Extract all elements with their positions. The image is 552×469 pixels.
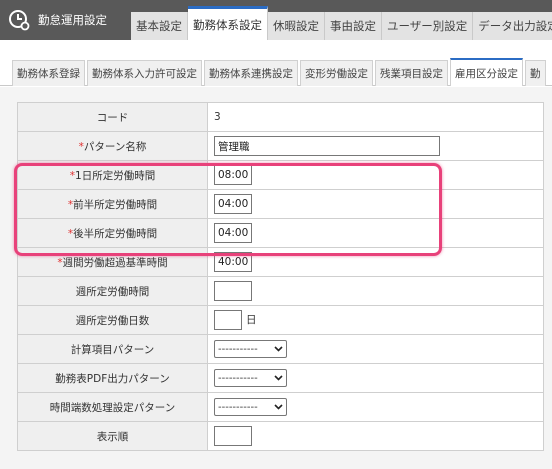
form-row-weekly-days: 週所定労働日数 日 (17, 305, 544, 335)
subtab-employment-category[interactable]: 雇用区分設定 (450, 58, 523, 86)
sub-tabs: 勤務体系登録 勤務体系入力許可設定 勤務体系連携設定 変形労働設定 残業項目設定… (12, 58, 548, 86)
content-area: コード 3 *パターン名称 *1日所定労働時間 *前半所定労働時間 *後半所定労… (0, 87, 552, 469)
subtab-overflow[interactable]: 勤 (525, 60, 546, 86)
form-row-weekly-overtime-threshold: *週間労働超過基準時間 (17, 247, 544, 277)
form-row-second-half-hours: *後半所定労働時間 (17, 218, 544, 248)
app-title: 勤怠運用設定 (0, 0, 134, 40)
weekly-overtime-threshold-label: *週間労働超過基準時間 (17, 247, 208, 277)
main-tabs: 基本設定 勤務体系設定 休暇設定 事由設定 ユーザー別設定 データ出力設定 (131, 6, 552, 40)
calc-pattern-label: 計算項目パターン (17, 334, 208, 364)
form-row-display-order: 表示順 (17, 421, 544, 451)
display-order-label: 表示順 (17, 421, 208, 451)
tab-reason-settings[interactable]: 事由設定 (325, 12, 382, 40)
tab-work-system-settings[interactable]: 勤務体系設定 (188, 6, 268, 40)
pattern-name-input[interactable] (214, 136, 440, 156)
daily-hours-label: *1日所定労働時間 (17, 160, 208, 190)
form-row-pdf-pattern: 勤務表PDF出力パターン ----------- (17, 363, 544, 393)
pdf-pattern-select[interactable]: ----------- (214, 369, 287, 387)
form-row-daily-hours: *1日所定労働時間 (17, 160, 544, 190)
chevron-down-icon (274, 404, 283, 410)
pattern-name-label: *パターン名称 (17, 131, 208, 161)
daily-hours-input[interactable] (214, 165, 252, 185)
subtab-flex-labor-settings[interactable]: 変形労働設定 (300, 60, 373, 86)
rounding-pattern-label: 時間端数処理設定パターン (17, 392, 208, 422)
first-half-hours-label: *前半所定労働時間 (17, 189, 208, 219)
second-half-hours-input[interactable] (214, 223, 252, 243)
subtab-linkage-settings[interactable]: 勤務体系連携設定 (204, 60, 298, 86)
subtab-overtime-items[interactable]: 残業項目設定 (375, 60, 448, 86)
second-half-hours-label: *後半所定労働時間 (17, 218, 208, 248)
rounding-pattern-select[interactable]: ----------- (214, 398, 287, 416)
code-label: コード (17, 102, 208, 132)
clock-gear-icon (4, 5, 34, 35)
sub-tab-bar: 勤務体系登録 勤務体系入力許可設定 勤務体系連携設定 変形労働設定 残業項目設定… (0, 40, 552, 86)
weekly-hours-input[interactable] (214, 281, 252, 301)
form-row-pattern-name: *パターン名称 (17, 131, 544, 161)
settings-form: コード 3 *パターン名称 *1日所定労働時間 *前半所定労働時間 *後半所定労… (17, 102, 544, 451)
top-bar: 勤怠運用設定 基本設定 勤務体系設定 休暇設定 事由設定 ユーザー別設定 データ… (0, 0, 552, 40)
subtab-work-system-registration[interactable]: 勤務体系登録 (12, 60, 85, 86)
display-order-input[interactable] (214, 426, 252, 446)
weekly-overtime-threshold-input[interactable] (214, 252, 252, 272)
days-unit: 日 (246, 314, 257, 326)
pdf-pattern-label: 勤務表PDF出力パターン (17, 363, 208, 393)
tab-user-settings[interactable]: ユーザー別設定 (382, 12, 474, 40)
chevron-down-icon (274, 375, 283, 381)
first-half-hours-input[interactable] (214, 194, 252, 214)
tab-data-output-settings[interactable]: データ出力設定 (473, 12, 552, 40)
tab-basic-settings[interactable]: 基本設定 (131, 12, 188, 40)
weekly-days-input[interactable] (214, 310, 242, 330)
form-row-weekly-hours: 週所定労働時間 (17, 276, 544, 306)
form-row-calc-pattern: 計算項目パターン ----------- (17, 334, 544, 364)
form-row-rounding-pattern: 時間端数処理設定パターン ----------- (17, 392, 544, 422)
app-title-label: 勤怠運用設定 (38, 13, 107, 27)
chevron-down-icon (274, 346, 283, 352)
weekly-days-label: 週所定労働日数 (17, 305, 208, 335)
subtab-input-permission[interactable]: 勤務体系入力許可設定 (87, 60, 202, 86)
form-row-first-half-hours: *前半所定労働時間 (17, 189, 544, 219)
form-row-code: コード 3 (17, 102, 544, 132)
weekly-hours-label: 週所定労働時間 (17, 276, 208, 306)
code-value: 3 (207, 102, 544, 132)
tab-leave-settings[interactable]: 休暇設定 (268, 12, 325, 40)
calc-pattern-select[interactable]: ----------- (214, 340, 287, 358)
